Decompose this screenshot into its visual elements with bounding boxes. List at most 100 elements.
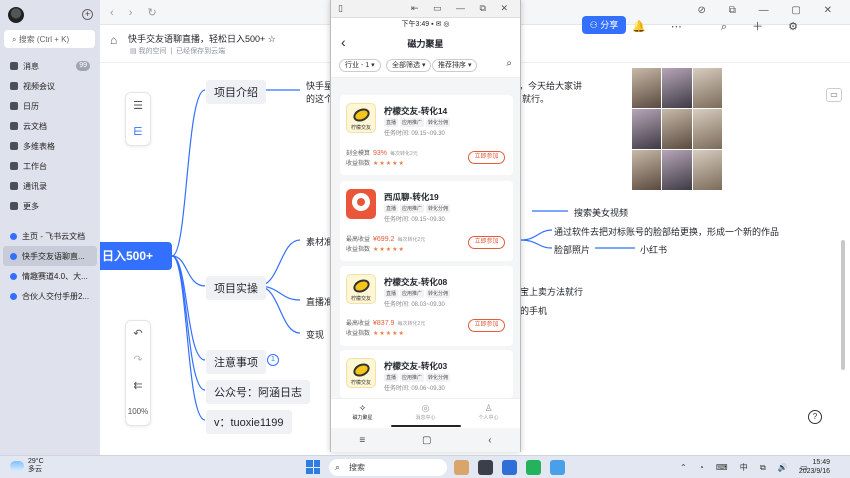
undo-icon[interactable]: ↶	[126, 321, 150, 347]
tab-profile[interactable]: ♙ 个人中心	[457, 399, 520, 428]
doc-item[interactable]: 情趣赛道4.0、大...	[0, 266, 100, 286]
node-project-practice[interactable]: 项目实操	[206, 276, 266, 300]
sidebar-item-messages[interactable]: 消息 99	[0, 56, 100, 76]
sidebar-search-placeholder: 搜索 (Ctrl + K)	[18, 35, 70, 44]
zoom-level[interactable]: 100%	[126, 399, 150, 425]
app-logo-lemon: 柠檬交友	[346, 103, 376, 133]
more-icon	[10, 202, 18, 210]
tag-list: 直播 应用推广 转化分佣	[384, 289, 451, 298]
sidebar-item-calendar[interactable]: 日历	[0, 96, 100, 116]
feishu-icon[interactable]	[502, 460, 517, 475]
add-icon[interactable]: +	[82, 9, 93, 20]
node-label: 注意事项	[214, 357, 258, 369]
sidebar-item-base[interactable]: 多维表格	[0, 136, 100, 156]
redo-icon[interactable]: ↷	[126, 347, 150, 373]
mindmap-root-node[interactable]: 日入500+	[100, 242, 172, 270]
scrollbar[interactable]	[841, 240, 845, 370]
metric-note: 每次转化2元	[397, 237, 426, 243]
search-icon[interactable]: ⌕	[506, 58, 512, 69]
task-card[interactable]: 柠檬交友 柠檬交友-转化14 直播 应用推广 转化分佣 任务时间: 09.15~09…	[340, 95, 513, 175]
home-square-icon[interactable]: ▢	[422, 435, 431, 446]
comment-icon[interactable]: ▭	[826, 88, 842, 102]
tag: 应用推广	[400, 373, 425, 382]
wechat-icon[interactable]	[526, 460, 541, 475]
help-icon[interactable]: ?	[808, 410, 822, 424]
header-icons[interactable]: 🔔 ⋯ ⌕ ＋ ⚙	[632, 18, 809, 34]
node-live-prep[interactable]: 直播准	[306, 295, 333, 308]
clock[interactable]: 15:49 2023/9/16	[796, 458, 830, 476]
node-wechat-id[interactable]: v：tuoxie1199	[206, 410, 292, 434]
sidebar-item-label: 多维表格	[23, 141, 55, 151]
star-icon: ✧	[358, 403, 367, 413]
page-title[interactable]: 快手交友语聊直播，轻松日入500+ ☆	[128, 32, 276, 45]
system-tray[interactable]: ⌃ ◔ ⌨ 中 ⧉ 🔊 ▭	[680, 462, 813, 473]
sidebar-item-workplace[interactable]: 工作台	[0, 156, 100, 176]
share-button[interactable]: ⚇ 分享	[582, 16, 626, 34]
join-button[interactable]: 立即参加	[468, 236, 505, 249]
location-text: 我的空间	[138, 48, 167, 55]
tag: 转化分佣	[426, 373, 451, 382]
node-project-intro[interactable]: 项目介绍	[206, 80, 266, 104]
phone-menu-icon[interactable]: ▯	[338, 3, 343, 14]
tag: 应用推广	[400, 118, 425, 127]
list-icon[interactable]: ☰	[126, 93, 150, 119]
nav-arrows[interactable]: ‹ › ↻	[110, 6, 163, 19]
taskbar-search[interactable]: ⌕ 搜索	[329, 459, 447, 476]
collapse-icon[interactable]: ⇇	[126, 373, 150, 399]
window-controls[interactable]: ⊘ ⧉ — ▢ ✕	[698, 5, 842, 16]
windows-start-icon[interactable]	[306, 460, 320, 474]
start-square	[313, 460, 320, 467]
sidebar-item-more[interactable]: 更多	[0, 196, 100, 216]
card-title: 柠檬交友-转化03	[384, 361, 448, 371]
tag-list: 直播 应用推广 转化分佣	[384, 204, 451, 213]
node-xiaohongshu[interactable]: 小红书	[640, 243, 667, 256]
photo-thumbnail	[632, 68, 662, 108]
doc-item-active[interactable]: 快手交友语聊直...	[3, 246, 97, 266]
back-triangle-icon[interactable]: ‹	[488, 435, 491, 446]
app-icon[interactable]	[454, 460, 469, 475]
node-face-photo[interactable]: 脸部照片	[554, 243, 590, 256]
cloud-icon	[10, 461, 24, 471]
phone-mirror-icon[interactable]	[550, 460, 565, 475]
node-wechat-account[interactable]: 公众号：阿涵日志	[206, 380, 310, 404]
comment-count-badge[interactable]: 1	[267, 354, 279, 366]
mindmap-icon[interactable]: ⋿	[126, 119, 150, 145]
metric-value: ¥699.2	[373, 236, 395, 243]
reference-image-grid[interactable]	[632, 68, 722, 190]
task-time: 任务时间: 09.15~09.30	[384, 131, 445, 137]
doc-item-home[interactable]: 主页 - 飞书云文档	[0, 226, 100, 246]
doc-item[interactable]: 合伙人交付手册2...	[0, 286, 100, 306]
phone-window-controls[interactable]: ⇤ ▭ — ⧉ ✕	[411, 3, 514, 14]
node-material-prep[interactable]: 素材准	[306, 235, 333, 248]
sidebar-search-input[interactable]: ⌕ 搜索 (Ctrl + K)	[4, 30, 95, 48]
sidebar-item-contacts[interactable]: 通讯录	[0, 176, 100, 196]
lemon-icon	[351, 276, 372, 296]
task-card[interactable]: 柠檬交友 柠檬交友-转化08 直播 应用推广 转化分佣 任务时间: 08.03~09…	[340, 266, 513, 346]
phone-titlebar: ▯ ⇤ ▭ — ⧉ ✕	[331, 0, 520, 18]
home-icon[interactable]: ⌂	[110, 33, 117, 47]
node-face-swap[interactable]: 通过软件去把对标账号的脸部给更换，形成一个新的作品	[554, 225, 779, 238]
watermelon-icon	[349, 190, 373, 214]
app-icon[interactable]	[478, 460, 493, 475]
node-monetize[interactable]: 变现	[306, 328, 324, 341]
filter-industry[interactable]: 行业 - 1 ▾	[339, 59, 381, 72]
node-search-video[interactable]: 搜索美女视频	[574, 206, 628, 219]
node-notes[interactable]: 注意事项	[206, 350, 266, 374]
avatar[interactable]	[8, 7, 24, 23]
grid-icon	[10, 162, 18, 170]
filter-all[interactable]: 全部筛选 ▾	[386, 59, 432, 72]
tab-messages[interactable]: ◎ 消息中心	[394, 399, 457, 428]
doc-icon	[10, 272, 17, 280]
score-label: 收益指数	[346, 161, 371, 167]
node-label: 项目实操	[214, 283, 258, 295]
sidebar-item-cloud-docs[interactable]: 云文档	[0, 116, 100, 136]
task-card[interactable]: 西瓜聊-转化19 直播 应用推广 转化分佣 任务时间: 09.15~09.30 最高…	[340, 181, 513, 261]
weather-widget[interactable]: 29°C 多云	[10, 458, 44, 474]
sidebar-item-video-meeting[interactable]: 视频会议	[0, 76, 100, 96]
tab-home[interactable]: ✧ 磁力聚星	[331, 399, 394, 428]
menu-icon[interactable]: ≡	[359, 435, 365, 446]
join-button[interactable]: 立即参加	[468, 319, 505, 332]
join-button[interactable]: 立即参加	[468, 151, 505, 164]
task-card[interactable]: 柠檬交友 柠檬交友-转化03 直播 应用推广 转化分佣 任务时间: 09.06~09…	[340, 350, 513, 398]
filter-sort[interactable]: 推荐排序 ▾	[432, 59, 478, 72]
